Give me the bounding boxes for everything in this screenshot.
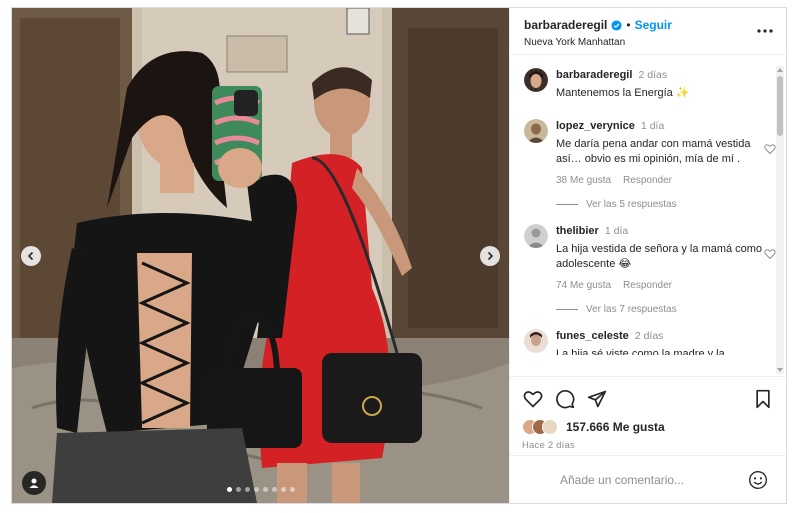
add-comment-bar bbox=[510, 455, 786, 503]
comments-scrollbar[interactable] bbox=[776, 66, 784, 374]
avatar[interactable] bbox=[524, 329, 548, 353]
post-time: Hace 2 días bbox=[522, 440, 575, 451]
view-replies-button[interactable]: Ver las 5 respuestas bbox=[556, 199, 764, 210]
post-actions: 157.666 Me gusta Hace 2 días bbox=[510, 376, 786, 451]
comment-time: 1 día bbox=[640, 120, 665, 132]
comment-likes[interactable]: 38 Me gusta bbox=[556, 173, 611, 188]
verified-badge-icon bbox=[611, 19, 622, 31]
chevron-right-icon bbox=[487, 251, 494, 261]
chevron-left-icon bbox=[27, 251, 34, 261]
likes-summary[interactable]: 157.666 Me gusta bbox=[522, 419, 774, 435]
bookmark-icon bbox=[756, 389, 770, 409]
comment-text: La hija sé viste como la madre y la bbox=[556, 348, 725, 355]
carousel-dot bbox=[271, 487, 277, 492]
comment-input[interactable] bbox=[560, 472, 748, 487]
photo-scene bbox=[12, 8, 509, 503]
comment-icon bbox=[556, 390, 575, 409]
post-photo[interactable] bbox=[12, 8, 509, 503]
avatar[interactable] bbox=[524, 68, 548, 92]
comment-time: 1 día bbox=[604, 225, 629, 237]
next-photo-button[interactable] bbox=[480, 246, 500, 266]
comment-button[interactable] bbox=[554, 388, 576, 410]
scrollbar-thumb[interactable] bbox=[777, 76, 783, 136]
separator-dot: • bbox=[626, 18, 631, 32]
post-caption: barbaraderegil 2 días Mantenemos la Ener… bbox=[524, 68, 764, 101]
caption-text: Mantenemos la Energía ✨ bbox=[556, 87, 690, 99]
reply-button[interactable]: Responder bbox=[623, 173, 672, 188]
scroll-down-arrow[interactable] bbox=[777, 368, 783, 372]
reply-button[interactable]: Responder bbox=[623, 278, 672, 293]
caption-username[interactable]: barbaraderegil bbox=[556, 69, 632, 81]
carousel-dot bbox=[289, 487, 295, 492]
liker-avatars bbox=[522, 419, 558, 435]
post-author-username[interactable]: barbaraderegil bbox=[524, 18, 607, 32]
heart-icon[interactable] bbox=[764, 248, 776, 260]
emoji-icon[interactable] bbox=[748, 470, 768, 490]
scroll-up-arrow[interactable] bbox=[777, 68, 783, 72]
likes-count[interactable]: 157.666 Me gusta bbox=[566, 420, 665, 434]
caption-time: 2 días bbox=[638, 69, 668, 81]
like-button[interactable] bbox=[522, 388, 544, 410]
carousel-dot bbox=[226, 487, 232, 492]
carousel-dot bbox=[262, 487, 268, 492]
replies-line bbox=[556, 309, 578, 310]
post-modal: barbaraderegil • Seguir Nueva York Manha… bbox=[11, 7, 787, 504]
share-icon bbox=[587, 390, 607, 408]
more-options-icon[interactable] bbox=[756, 26, 774, 36]
previous-photo-button[interactable] bbox=[21, 246, 41, 266]
comment-text: Me daría pena andar con mamá vestida así… bbox=[556, 138, 751, 165]
carousel-dot bbox=[235, 487, 241, 492]
comment-username[interactable]: lopez_verynice bbox=[556, 120, 635, 132]
carousel-dot bbox=[280, 487, 286, 492]
comment-time: 2 días bbox=[634, 330, 664, 342]
post-side-panel: barbaraderegil • Seguir Nueva York Manha… bbox=[509, 8, 786, 503]
save-button[interactable] bbox=[752, 388, 774, 410]
view-replies-label: Ver las 5 respuestas bbox=[586, 199, 677, 210]
carousel-dot bbox=[253, 487, 259, 492]
liker-avatar bbox=[542, 419, 558, 435]
comment-likes[interactable]: 74 Me gusta bbox=[556, 278, 611, 293]
heart-icon[interactable] bbox=[764, 143, 776, 155]
comment-item: funes_celeste 2 días La hija sé viste co… bbox=[524, 329, 764, 355]
share-button[interactable] bbox=[586, 388, 608, 410]
view-replies-button[interactable]: Ver las 7 respuestas bbox=[556, 304, 764, 315]
follow-button[interactable]: Seguir bbox=[635, 18, 672, 32]
comment-username[interactable]: funes_celeste bbox=[556, 330, 629, 342]
post-location[interactable]: Nueva York Manhattan bbox=[524, 37, 774, 48]
carousel-indicator bbox=[12, 487, 509, 492]
comments-list[interactable]: barbaraderegil 2 días Mantenemos la Ener… bbox=[510, 55, 786, 355]
comment-username[interactable]: thelibier bbox=[556, 225, 599, 237]
heart-icon bbox=[523, 391, 543, 408]
comment-item: lopez_verynice 1 día Me daría pena andar… bbox=[524, 119, 776, 188]
carousel-dot bbox=[244, 487, 250, 492]
view-replies-label: Ver las 7 respuestas bbox=[586, 304, 677, 315]
avatar[interactable] bbox=[524, 224, 548, 248]
comment-item: thelibier 1 día La hija vestida de señor… bbox=[524, 224, 776, 293]
replies-line bbox=[556, 204, 578, 205]
comment-text: La hija vestida de señora y la mamá como… bbox=[556, 243, 763, 270]
avatar[interactable] bbox=[524, 119, 548, 143]
post-header: barbaraderegil • Seguir Nueva York Manha… bbox=[510, 8, 786, 55]
